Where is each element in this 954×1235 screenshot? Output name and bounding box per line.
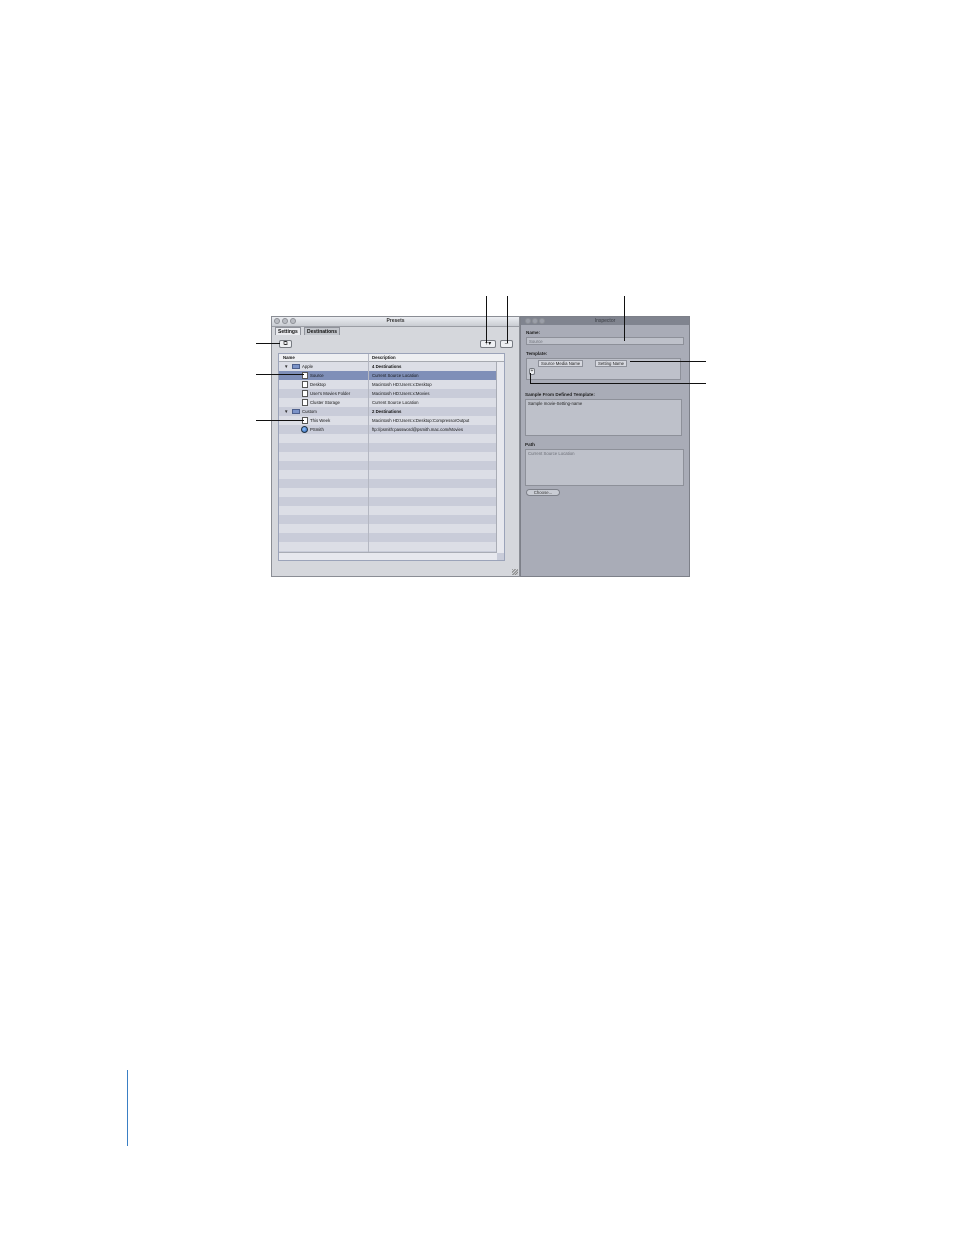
- row-name: Apple: [302, 364, 313, 369]
- table-row-movies-folder[interactable]: User's Movies Folder Macintosh HD:Users:…: [279, 389, 504, 398]
- tab-settings[interactable]: Settings: [275, 327, 301, 335]
- row-description: Current Source Location: [372, 373, 419, 378]
- inspector-titlebar: Inspector: [521, 317, 689, 325]
- row-name: Source: [310, 373, 324, 378]
- empty-row: [279, 461, 504, 470]
- tab-destinations[interactable]: Destinations: [304, 327, 341, 335]
- destination-icon: [302, 381, 308, 388]
- empty-row: [279, 452, 504, 461]
- empty-row: [279, 443, 504, 452]
- table-row-group-apple[interactable]: ▼ Apple 4 Destinations: [279, 362, 504, 371]
- page-margin-rule: [127, 1070, 128, 1146]
- table-header: Name Description: [279, 354, 504, 362]
- template-label: Template:: [526, 351, 548, 356]
- name-label: Name:: [526, 330, 541, 335]
- choose-button[interactable]: Choose...: [526, 489, 560, 496]
- row-description: ftp://psmith:password@psmith.mac.com/Mov…: [372, 427, 464, 432]
- column-header-description[interactable]: Description: [372, 354, 396, 361]
- row-description: Macintosh HD:Users:x:Movies: [372, 391, 430, 396]
- add-destination-button[interactable]: +▾: [480, 340, 496, 348]
- inspector-window-title: Inspector: [594, 318, 616, 324]
- row-description: Macintosh HD:Users:x:Desktop: [372, 382, 432, 387]
- row-name: Desktop: [310, 382, 326, 387]
- callout-line: [256, 343, 280, 344]
- empty-row: [279, 506, 504, 515]
- column-header-name[interactable]: Name: [283, 354, 295, 361]
- sample-label: Sample From Defined Template:: [525, 392, 595, 397]
- duplicate-icon: ⧉: [283, 341, 288, 347]
- path-field: Current Source Location: [525, 449, 684, 486]
- callout-line: [507, 296, 508, 343]
- empty-row: [279, 533, 504, 542]
- callout-line: [624, 296, 625, 341]
- template-token-setting-name[interactable]: Setting Name: [595, 360, 628, 367]
- inspector-window: Inspector Name: Source Template: Source …: [520, 316, 690, 577]
- empty-row: [279, 479, 504, 488]
- template-token-source-media-name[interactable]: Source Media Name: [538, 360, 584, 367]
- destination-icon: [302, 390, 308, 397]
- table-row-psmith[interactable]: PSmith ftp://psmith:password@psmith.mac.…: [279, 425, 504, 434]
- callout-line: [486, 296, 487, 343]
- table-row-group-custom[interactable]: ▼ Custom 2 Destinations: [279, 407, 504, 416]
- page: { "presets_window": { "title": "Presets"…: [0, 0, 954, 1235]
- empty-row: [279, 470, 504, 479]
- row-name: This Week: [310, 418, 331, 423]
- presets-titlebar: Presets: [272, 317, 519, 327]
- empty-row: [279, 524, 504, 533]
- sample-output-field: Sample movie-Setting-name: [525, 399, 682, 436]
- row-description: 2 Destinations: [372, 409, 402, 414]
- callout-line: [256, 420, 304, 421]
- folder-icon: [292, 409, 300, 414]
- empty-row: [279, 515, 504, 524]
- folder-icon: [292, 364, 300, 369]
- path-label: Path: [525, 442, 535, 447]
- row-name: Custom: [302, 409, 317, 414]
- callout-line: [256, 374, 304, 375]
- duplicate-button[interactable]: ⧉: [279, 340, 292, 348]
- globe-icon: [301, 426, 308, 433]
- row-description: Macintosh HD:Users:x:Desktop:CompressorO…: [372, 418, 470, 423]
- presets-window-title: Presets: [386, 318, 405, 324]
- vertical-scrollbar[interactable]: [496, 362, 504, 553]
- destination-icon: [302, 399, 308, 406]
- table-row-this-week[interactable]: This Week Macintosh HD:Users:x:Desktop:C…: [279, 416, 504, 425]
- horizontal-scrollbar[interactable]: [279, 552, 497, 560]
- row-name: Cluster Storage: [310, 400, 340, 405]
- resize-grip-icon[interactable]: [512, 569, 518, 575]
- table-row-source[interactable]: Source Current Source Location: [279, 371, 504, 380]
- empty-row: [279, 434, 504, 443]
- row-name: PSmith: [310, 427, 324, 432]
- table-row-desktop[interactable]: Desktop Macintosh HD:Users:x:Desktop: [279, 380, 504, 389]
- callout-line: [530, 373, 531, 384]
- column-divider: [368, 354, 369, 560]
- table-row-cluster-storage[interactable]: Cluster Storage Current Source Location: [279, 398, 504, 407]
- row-description: Current Source Location: [372, 400, 419, 405]
- empty-row: [279, 488, 504, 497]
- row-name: User's Movies Folder: [310, 391, 351, 396]
- callout-line: [630, 361, 706, 362]
- destinations-table: Name Description ▼ Apple 4 Destinations …: [278, 353, 505, 561]
- row-description: 4 Destinations: [372, 364, 402, 369]
- presets-window: Presets Settings Destinations ⧉ +▾ – Nam…: [271, 316, 520, 577]
- empty-row: [279, 497, 504, 506]
- callout-line: [530, 383, 706, 384]
- disclosure-triangle-icon[interactable]: ▼: [284, 409, 288, 414]
- empty-row: [279, 542, 504, 551]
- name-field[interactable]: Source: [526, 337, 684, 345]
- disclosure-triangle-icon[interactable]: ▼: [284, 364, 288, 369]
